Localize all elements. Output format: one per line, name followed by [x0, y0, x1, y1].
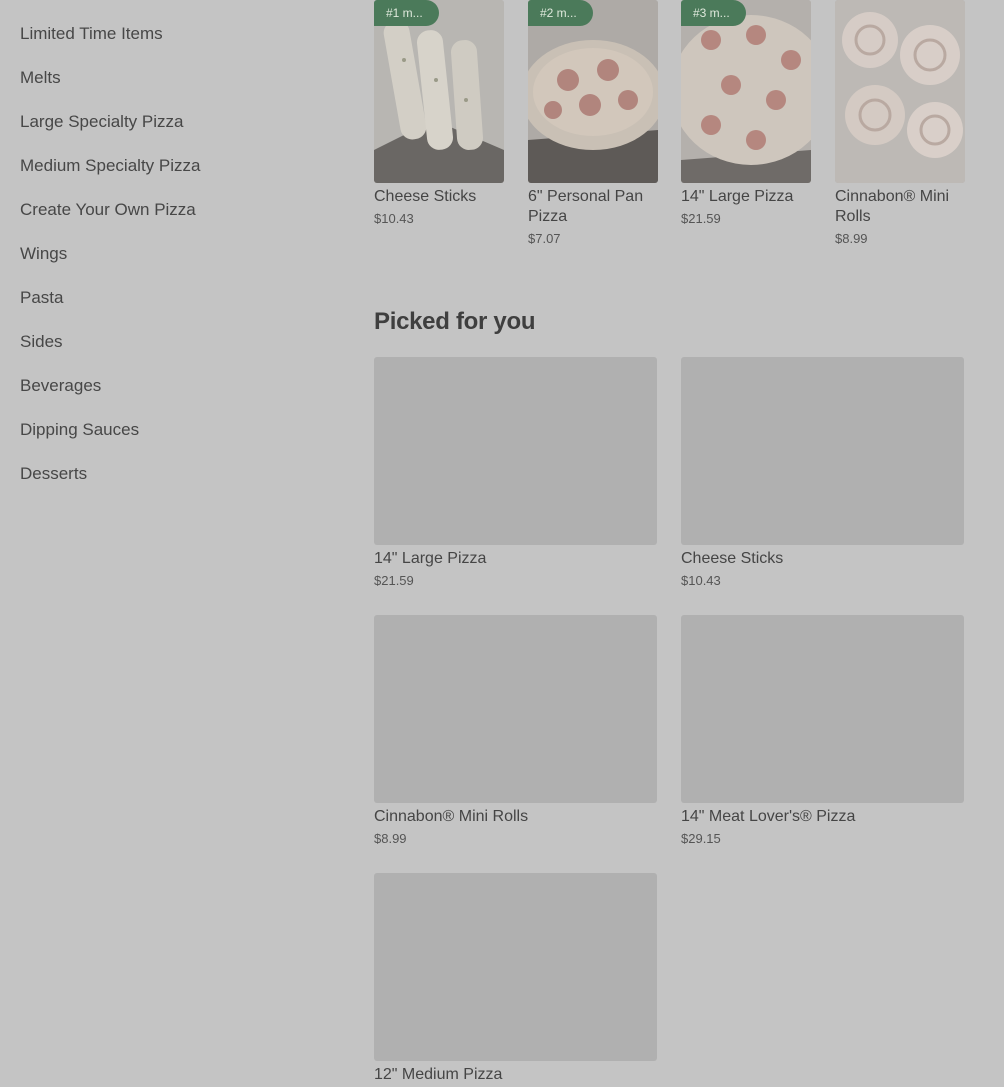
popular-item-card[interactable]: #1 m... Cheese Sticks $10.43 — [374, 0, 504, 226]
item-name: Cheese Sticks — [681, 550, 784, 567]
rank-badge: #3 m... — [681, 0, 746, 26]
large-pizza-photo — [681, 0, 811, 183]
rank-badge: #2 m... — [528, 0, 593, 26]
personal-pan-pizza-image: #2 m... — [528, 0, 658, 183]
section-title: Picked for you — [374, 308, 536, 335]
item-price: $21.59 — [681, 211, 721, 226]
item-name: Cinnabon® Mini Rolls — [374, 808, 529, 825]
sidebar-item-limited-time-items[interactable]: Limited Time Items — [20, 24, 163, 44]
sidebar-item-pasta[interactable]: Pasta — [20, 288, 63, 308]
sidebar-item-melts[interactable]: Melts — [20, 68, 61, 88]
cinnabon-rolls-photo — [835, 0, 965, 183]
item-image-placeholder — [374, 873, 657, 1061]
item-image-placeholder — [681, 615, 964, 803]
sidebar-item-dipping-sauces[interactable]: Dipping Sauces — [20, 420, 139, 440]
sidebar-item-wings[interactable]: Wings — [20, 244, 67, 264]
item-price: $29.15 — [681, 831, 721, 846]
sidebar-item-create-your-own-pizza[interactable]: Create Your Own Pizza — [20, 200, 196, 220]
large-pizza-image: #3 m... — [681, 0, 811, 183]
item-price: $21.59 — [374, 573, 414, 588]
item-price: $10.43 — [374, 211, 414, 226]
item-image-placeholder — [681, 357, 964, 545]
item-name: Cinnabon® Mini Rolls — [835, 188, 950, 225]
popular-item-card[interactable]: Cinnabon® Mini Rolls $8.99 — [835, 0, 965, 246]
picked-item-card[interactable]: Cinnabon® Mini Rolls $8.99 — [374, 615, 657, 846]
popular-item-card[interactable]: #2 m... 6" Personal Pan Pizza $7.07 — [528, 0, 658, 246]
item-name: 12" Medium Pizza — [374, 1066, 503, 1083]
item-name: 14" Large Pizza — [374, 550, 487, 567]
item-price: $8.99 — [835, 231, 868, 246]
picked-item-card[interactable]: 12" Medium Pizza — [374, 873, 657, 1085]
cheese-sticks-photo — [374, 0, 504, 183]
item-name: 14" Meat Lover's® Pizza — [681, 808, 856, 825]
item-image-placeholder — [374, 357, 657, 545]
rank-badge: #1 m... — [374, 0, 439, 26]
item-name: Cheese Sticks — [374, 188, 477, 205]
item-name: 14" Large Pizza — [681, 188, 794, 205]
popular-item-card[interactable]: #3 m... 14" Large Pizza $21.59 — [681, 0, 811, 226]
cinnabon-rolls-image — [835, 0, 965, 183]
item-image-placeholder — [374, 615, 657, 803]
sidebar-item-sides[interactable]: Sides — [20, 332, 63, 352]
sidebar-item-beverages[interactable]: Beverages — [20, 376, 101, 396]
cheese-sticks-image: #1 m... — [374, 0, 504, 183]
sidebar-item-large-specialty-pizza[interactable]: Large Specialty Pizza — [20, 112, 183, 132]
sidebar-item-medium-specialty-pizza[interactable]: Medium Specialty Pizza — [20, 156, 200, 176]
item-name: 6" Personal Pan Pizza — [528, 188, 644, 225]
item-price: $7.07 — [528, 231, 561, 246]
item-price: $8.99 — [374, 831, 407, 846]
picked-item-card[interactable]: 14" Meat Lover's® Pizza $29.15 — [681, 615, 964, 846]
sidebar-item-desserts[interactable]: Desserts — [20, 464, 87, 484]
item-price: $10.43 — [681, 573, 721, 588]
picked-item-card[interactable]: Cheese Sticks $10.43 — [681, 357, 964, 588]
picked-item-card[interactable]: 14" Large Pizza $21.59 — [374, 357, 657, 588]
personal-pan-pizza-photo — [528, 0, 658, 183]
